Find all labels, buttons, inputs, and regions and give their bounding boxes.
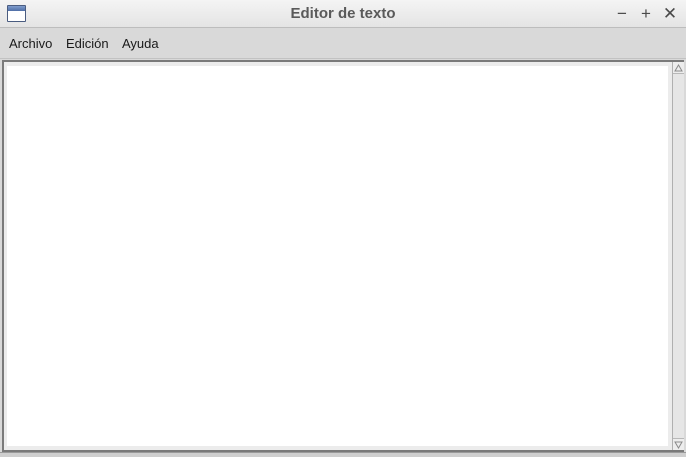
menu-bar: Archivo Edición Ayuda — [0, 28, 686, 59]
menu-edicion[interactable]: Edición — [62, 28, 113, 59]
menu-ayuda[interactable]: Ayuda — [118, 28, 163, 59]
title-bar[interactable]: Editor de texto − + ✕ — [0, 0, 686, 28]
vertical-scrollbar[interactable] — [672, 62, 684, 450]
menu-archivo[interactable]: Archivo — [5, 28, 56, 59]
maximize-icon[interactable]: + — [636, 4, 656, 24]
scroll-up-icon[interactable] — [673, 62, 684, 74]
editor-frame — [2, 60, 684, 452]
scroll-down-icon[interactable] — [673, 438, 684, 450]
minimize-icon[interactable]: − — [612, 4, 632, 24]
editor-window: Editor de texto − + ✕ Archivo Edición Ay… — [0, 0, 686, 457]
window-title: Editor de texto — [290, 5, 396, 22]
text-editor-area[interactable] — [7, 66, 668, 446]
close-icon[interactable]: ✕ — [660, 4, 680, 24]
window-bottom-edge — [0, 452, 686, 457]
